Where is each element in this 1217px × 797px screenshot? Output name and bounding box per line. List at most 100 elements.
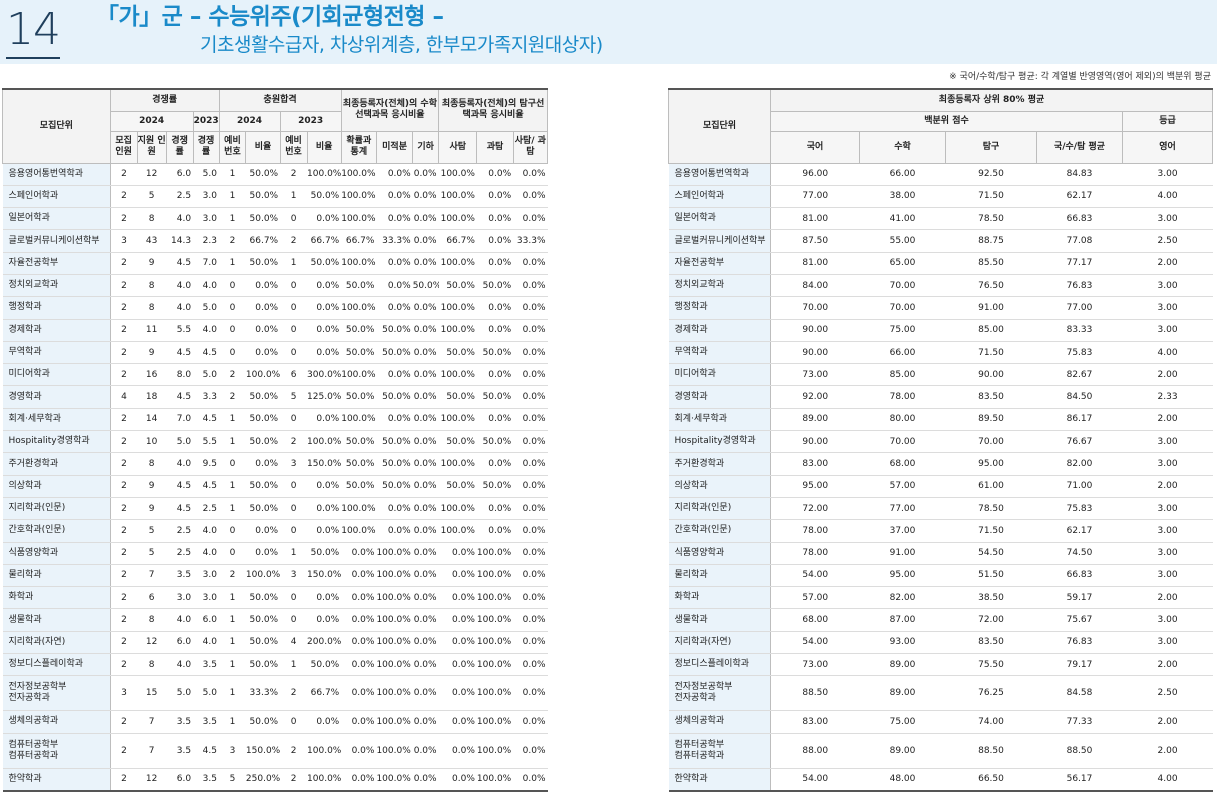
value-cell: 2.00 [1122, 252, 1213, 275]
unit-cell: 미디어학과 [668, 363, 771, 387]
value-cell: 75.67 [1036, 608, 1123, 632]
value-cell: 150.0% [307, 452, 342, 476]
value-cell: 0.0% [438, 631, 477, 655]
value-cell: 2.00 [1122, 408, 1213, 432]
value-cell: 125.0% [307, 385, 342, 409]
value-cell: 6.0 [193, 608, 219, 632]
unit-cell: 글로벌커뮤니케이션학부 [668, 229, 771, 253]
table-row: 컴퓨터공학부 컴퓨터공학과 2 7 3.5 4.5 3 150.0% 2 100.0% 0.0% 1… [2, 733, 548, 769]
value-cell: 2.50 [1122, 675, 1213, 712]
table-row: 자율전공학부 2 9 4.5 7.0 1 50.0% 1 50.0% 100.0% 0.0% 0.0%… [2, 252, 548, 275]
value-cell: 0.0% [412, 319, 439, 342]
unit-cell: 스페인어학과 [668, 185, 771, 209]
value-cell: 62.17 [1036, 519, 1123, 543]
competition-table: 모집단위 경쟁률 충원합격 최종등록자(전체)의 수학선택과목 응시비율 최종등… [2, 88, 549, 792]
value-cell: 3.5 [166, 733, 194, 769]
value-cell: 65.00 [859, 252, 946, 275]
value-cell: 0.0% [513, 341, 548, 365]
value-cell: 71.00 [1036, 475, 1123, 498]
value-cell: 0.0% [341, 768, 377, 792]
value-cell: 92.00 [770, 385, 860, 409]
value-cell: 100.0% [341, 296, 377, 320]
value-cell: 2.00 [1122, 586, 1213, 610]
table-row: 의상학과 95.00 57.00 61.00 71.00 2.00 [668, 475, 1213, 498]
subheader-col: 비율 [306, 130, 342, 164]
value-cell: 1 [219, 430, 246, 454]
value-cell: 1 [219, 207, 246, 231]
value-cell: 70.00 [859, 296, 946, 320]
value-cell: 0.0% [476, 185, 514, 209]
table-row: 한약학과 2 12 6.0 3.5 5 250.0% 2 100.0% 0.0% 100.0% 0.0… [2, 768, 548, 792]
table-row: 생물학과 68.00 87.00 72.00 75.67 3.00 [668, 608, 1213, 632]
value-cell: 0.0% [307, 710, 342, 734]
value-cell: 75.00 [859, 710, 946, 734]
value-cell: 150.0% [245, 733, 281, 769]
value-cell: 4.0 [193, 519, 219, 543]
value-cell: 1 [219, 475, 246, 498]
value-cell: 100.0% [438, 163, 477, 186]
unit-cell: Hospitality경영학과 [2, 430, 111, 454]
footnote: ※ 국어/수학/탐구 평균: 각 계열별 반영영역(영어 제외)의 백분위 평균 [949, 72, 1211, 82]
value-cell: 54.00 [770, 631, 860, 655]
value-cell: 95.00 [859, 564, 946, 588]
value-cell: 0.0% [412, 519, 439, 543]
value-cell: 100.0% [376, 564, 413, 588]
value-cell: 88.00 [770, 733, 860, 769]
unit-cell: 의상학과 [668, 475, 771, 498]
value-cell: 5.0 [166, 430, 194, 454]
value-cell: 0.0% [513, 653, 548, 677]
value-cell: 4.5 [193, 341, 219, 365]
value-cell: 0.0% [307, 519, 342, 543]
value-cell: 100.0% [341, 408, 377, 432]
value-cell: 50.0% [376, 452, 413, 476]
value-cell: 0.0% [376, 274, 413, 298]
value-cell: 66.7% [245, 229, 281, 253]
value-cell: 4.0 [166, 207, 194, 231]
header-reserve: 충원합격 [218, 88, 342, 112]
table-row: 응용영어통번역학과 2 12 6.0 5.0 1 50.0% 2 100.0% 100.0% 0.0… [2, 163, 548, 186]
table-row: 간호학과(인문) 78.00 37.00 71.50 62.17 3.00 [668, 519, 1213, 543]
header-inquiry-ratio: 최종등록자(전체)의 탐구선택과목 응시비율 [438, 88, 548, 132]
value-cell: 95.00 [945, 452, 1037, 476]
value-cell: 0.0% [307, 341, 342, 365]
value-cell: 50.0% [438, 475, 477, 498]
value-cell: 0.0% [412, 733, 439, 769]
value-cell: 100.0% [307, 768, 342, 792]
value-cell: 2 [110, 430, 138, 454]
value-cell: 82.00 [859, 586, 946, 610]
value-cell: 2 [110, 163, 138, 186]
value-cell: 100.0% [376, 586, 413, 610]
value-cell: 0.0% [376, 207, 413, 231]
value-cell: 84.83 [1036, 163, 1123, 186]
value-cell: 100.0% [438, 452, 477, 476]
value-cell: 0.0% [438, 542, 477, 565]
value-cell: 0 [280, 608, 308, 632]
value-cell: 2 [110, 475, 138, 498]
value-cell: 0.0% [341, 653, 377, 677]
subheader-col: 수학 [859, 130, 946, 164]
value-cell: 0.0% [376, 252, 413, 275]
value-cell: 50.0% [245, 430, 281, 454]
value-cell: 7.0 [166, 408, 194, 432]
value-cell: 100.0% [438, 185, 477, 209]
value-cell: 0.0% [341, 733, 377, 769]
table-row: 주거환경학과 2 8 4.0 9.5 0 0.0% 3 150.0% 50.0% 50.0% 0.0%… [2, 452, 548, 476]
value-cell: 0.0% [245, 319, 281, 342]
value-cell: 95.00 [770, 475, 860, 498]
table-row: 지리학과(인문) 72.00 77.00 78.50 75.83 3.00 [668, 497, 1213, 521]
value-cell: 0.0% [513, 608, 548, 632]
value-cell: 1 [280, 252, 308, 275]
value-cell: 2 [110, 564, 138, 588]
value-cell: 76.67 [1036, 430, 1123, 454]
value-cell: 0.0% [513, 564, 548, 588]
value-cell: 4.0 [193, 274, 219, 298]
value-cell: 12 [137, 631, 167, 655]
value-cell: 90.00 [770, 430, 860, 454]
page-number-underline [6, 57, 60, 59]
value-cell: 100.0% [245, 363, 281, 387]
value-cell: 6.0 [166, 631, 194, 655]
value-cell: 57.00 [859, 475, 946, 498]
value-cell: 5 [137, 185, 167, 209]
value-cell: 72.00 [770, 497, 860, 521]
value-cell: 50.0% [245, 475, 281, 498]
